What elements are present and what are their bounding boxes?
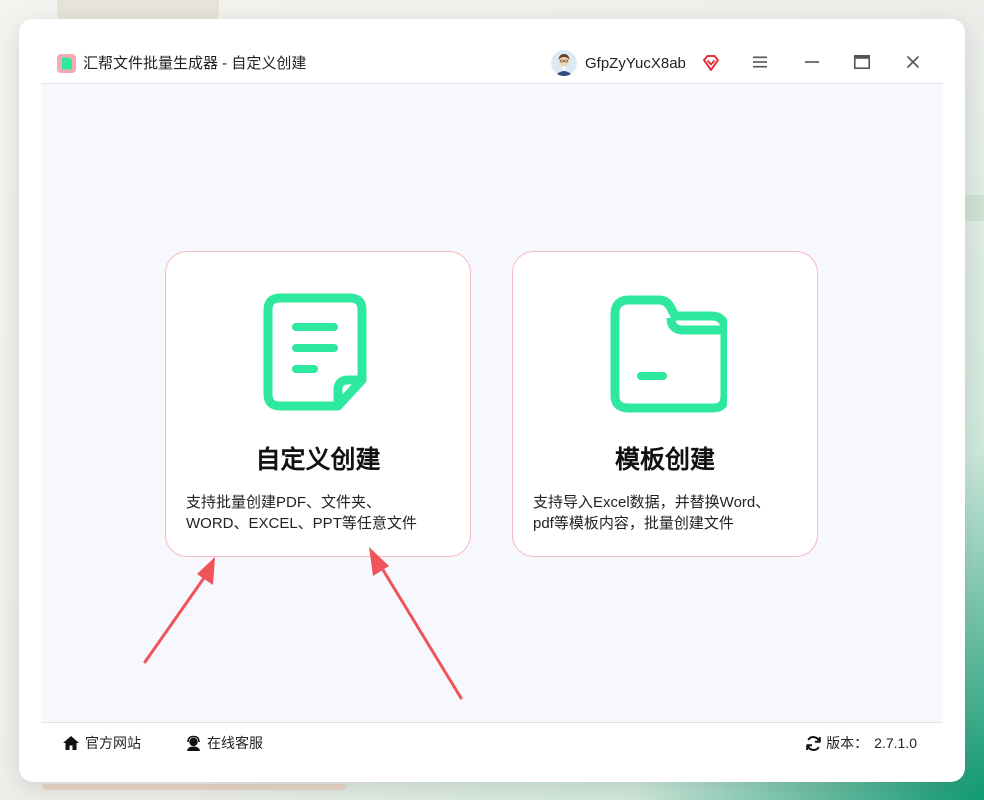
hamburger-menu-icon — [753, 56, 767, 68]
menu-button[interactable] — [749, 51, 771, 73]
maximize-button[interactable] — [851, 51, 873, 73]
official-site-label: 官方网站 — [85, 735, 141, 751]
version-value: 2.7.1.0 — [874, 735, 917, 751]
maximize-icon — [854, 55, 870, 69]
card-description-line: 支持批量创建PDF、文件夹、 — [186, 494, 382, 511]
card-description: 支持导入Excel数据，并替换Word、 pdf等模板内容，批量创建文件 — [533, 492, 803, 534]
refresh-icon[interactable] — [805, 735, 822, 752]
close-button[interactable] — [902, 51, 924, 73]
footer-bar: 官方网站 在线客服 版本： 2.7.1.0 — [41, 722, 943, 763]
card-description-line: 支持导入Excel数据，并替换Word、 — [533, 494, 771, 511]
template-create-card[interactable]: 模板创建 支持导入Excel数据，并替换Word、 pdf等模板内容，批量创建文… — [512, 251, 818, 557]
folder-icon — [610, 295, 727, 413]
version-label: 版本： — [826, 735, 869, 751]
main-content: 自定义创建 支持批量创建PDF、文件夹、 WORD、EXCEL、PPT等任意文件… — [41, 84, 942, 722]
user-name[interactable]: GfpZyYucX8ab — [585, 54, 686, 73]
user-avatar[interactable] — [551, 50, 577, 76]
customer-service-icon — [187, 735, 200, 751]
online-service-link[interactable]: 在线客服 — [185, 734, 263, 752]
card-description-line: WORD、EXCEL、PPT等任意文件 — [186, 515, 417, 532]
app-logo-icon — [57, 54, 76, 73]
background-shape — [962, 195, 984, 221]
document-icon — [263, 293, 367, 411]
app-window: 汇帮文件批量生成器 - 自定义创建 GfpZyYucX8ab 自定义创建 支持批… — [19, 19, 965, 782]
vip-diamond-icon[interactable] — [701, 53, 721, 73]
card-title: 自定义创建 — [255, 445, 381, 474]
title-bar: 汇帮文件批量生成器 - 自定义创建 GfpZyYucX8ab — [19, 19, 965, 83]
close-icon — [907, 56, 919, 68]
background-shape — [42, 784, 346, 790]
card-title: 模板创建 — [614, 445, 715, 474]
card-description-line: pdf等模板内容，批量创建文件 — [533, 515, 734, 532]
online-service-label: 在线客服 — [207, 735, 263, 751]
official-site-link[interactable]: 官方网站 — [62, 734, 141, 752]
minimize-button[interactable] — [801, 51, 823, 73]
custom-create-card[interactable]: 自定义创建 支持批量创建PDF、文件夹、 WORD、EXCEL、PPT等任意文件 — [165, 251, 471, 557]
minimize-icon — [805, 61, 819, 63]
version-info: 版本： 2.7.1.0 — [805, 734, 917, 752]
card-description: 支持批量创建PDF、文件夹、 WORD、EXCEL、PPT等任意文件 — [186, 492, 456, 534]
window-title: 汇帮文件批量生成器 - 自定义创建 — [83, 55, 307, 72]
home-icon — [63, 736, 79, 750]
